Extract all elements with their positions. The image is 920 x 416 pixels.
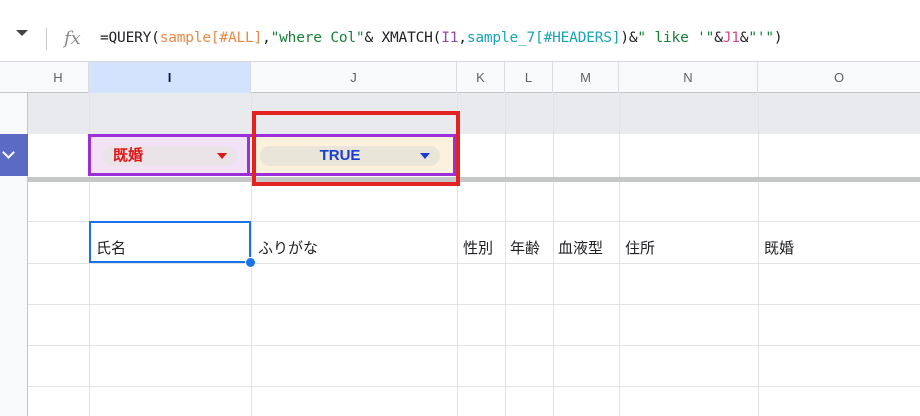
cell-n3[interactable]: 住所: [625, 237, 655, 258]
formula-token: ,: [458, 30, 467, 46]
formula-input[interactable]: =QUERY(sample[#ALL],"where Col"& XMATCH(…: [100, 30, 783, 46]
gridline: [758, 93, 759, 416]
column-header-k[interactable]: K: [457, 62, 505, 93]
cell-k3[interactable]: 性別: [463, 237, 493, 258]
cell-o3[interactable]: 既婚: [764, 237, 794, 258]
formula-token: & XMATCH(: [364, 30, 442, 46]
cell-l3[interactable]: 年齢: [510, 237, 540, 258]
column-header-n[interactable]: N: [619, 62, 758, 93]
formula-bar-divider: [46, 28, 47, 50]
cell-i1[interactable]: 既婚: [88, 134, 250, 176]
formula-token: ): [773, 30, 783, 46]
formula-token: &: [714, 30, 723, 46]
name-box-dropdown-icon[interactable]: [16, 30, 28, 36]
formula-token: sample_7[#HEADERS]: [466, 30, 621, 46]
formula-token: =QUERY(: [100, 30, 160, 46]
formula-token: "where Col": [270, 30, 365, 46]
gridline: [28, 386, 920, 387]
freeze-divider[interactable]: [28, 177, 920, 182]
column-header-o[interactable]: O: [758, 62, 920, 93]
column-headers: H I J K L M N O: [0, 62, 920, 93]
cell-m3[interactable]: 血液型: [558, 237, 603, 258]
row-group-toggle[interactable]: [0, 134, 28, 176]
column-header-l[interactable]: L: [505, 62, 553, 93]
gridline: [28, 345, 920, 346]
frozen-row-band: [0, 93, 920, 134]
gridline: [505, 93, 506, 416]
formula-token: J1: [722, 30, 740, 46]
cell-j3[interactable]: ふりがな: [258, 237, 318, 258]
formula-token: I1: [441, 30, 459, 46]
formula-token: "'": [748, 30, 774, 46]
dropdown-arrow-icon: [217, 153, 227, 159]
formula-token: sample[#ALL]: [159, 30, 263, 46]
active-cell-outline: [89, 221, 251, 263]
formula-token: )&: [620, 30, 638, 46]
dropdown-chip-i1[interactable]: 既婚: [103, 146, 237, 166]
gridline: [28, 263, 920, 264]
gridline: [619, 93, 620, 416]
highlight-annotation-box: [252, 111, 460, 186]
fill-handle[interactable]: [245, 257, 256, 268]
dropdown-chip-value: 既婚: [113, 147, 144, 164]
fx-icon: fx: [64, 28, 81, 49]
gridline: [28, 304, 920, 305]
column-header-j[interactable]: J: [251, 62, 457, 93]
formula-bar: fx =QUERY(sample[#ALL],"where Col"& XMAT…: [0, 0, 920, 62]
formula-token: " like '": [637, 30, 715, 46]
gridline: [553, 93, 554, 416]
formula-token: ,: [262, 30, 271, 46]
column-header-i[interactable]: I: [89, 62, 251, 93]
column-header-h[interactable]: H: [28, 62, 89, 93]
column-header-m[interactable]: M: [553, 62, 619, 93]
